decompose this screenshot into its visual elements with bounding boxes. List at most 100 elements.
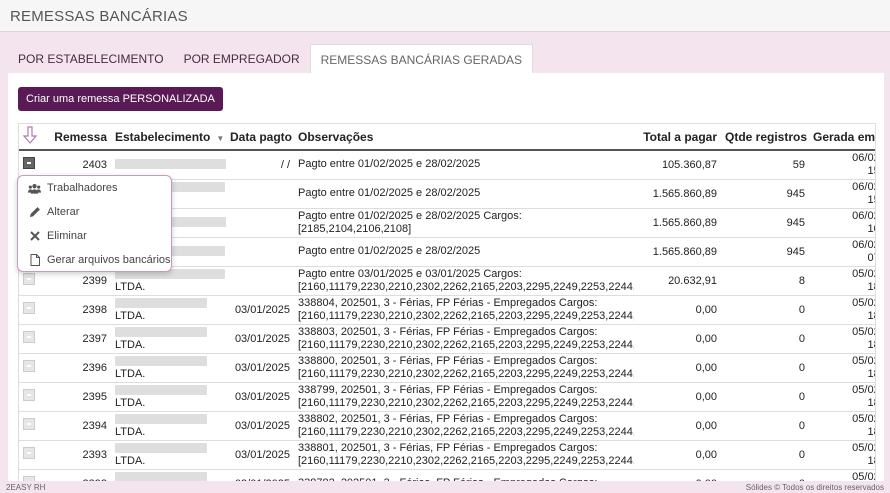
row-menu-toggle-icon[interactable] <box>23 447 35 459</box>
cell-total: 20.632,91 <box>634 266 721 296</box>
pencil-icon <box>28 206 41 219</box>
cell-gerada-date: 06/02/20 <box>852 209 875 222</box>
row-menu-toggle-icon[interactable] <box>23 418 35 430</box>
cell-qtde: 0 <box>721 353 809 383</box>
menu-item-trabalhadores[interactable]: Trabalhadores <box>18 176 171 200</box>
tab-por-estabelecimento[interactable]: POR ESTABELECIMENTO <box>8 44 174 74</box>
table-row[interactable]: 2392LTDA.03/01/2025338782, 202501, 3 - F… <box>19 469 875 481</box>
table-row[interactable]: 2398 LTDA. 03/01/2025 338804, 202501, 3 - F… <box>19 295 875 325</box>
cell-total: 0,00 <box>634 295 721 325</box>
cell-gerada-em: 06/02/2010:08 <box>809 208 875 238</box>
cell-data-pagto: 03/01/2025 <box>226 411 294 441</box>
cell-gerada-time: 18:32 <box>867 454 875 467</box>
row-menu-toggle-icon[interactable] <box>23 389 35 401</box>
header-observacoes[interactable]: Observações <box>294 124 634 151</box>
cell-remessa: 2397 <box>49 324 111 354</box>
cell-data-pagto: 03/01/2025 <box>226 324 294 354</box>
menu-item-eliminar[interactable]: Eliminar <box>18 224 171 248</box>
row-menu-toggle-icon[interactable] <box>23 273 35 285</box>
page-title: REMESSAS BANCÁRIAS <box>10 8 188 25</box>
header-select-col <box>19 124 49 151</box>
header-qtde[interactable]: Qtde registros <box>721 124 809 151</box>
row-menu-cell <box>19 295 49 325</box>
cell-data-pagto: / / <box>226 150 294 180</box>
header-estabelecimento[interactable]: Estabelecimento ▼ <box>111 124 226 151</box>
footer: 2EASY RH Sólides © Todos os direitos res… <box>0 483 890 493</box>
header-total[interactable]: Total a pagar <box>634 124 721 151</box>
cell-gerada-em: 05/02/2018:32 <box>809 353 875 383</box>
cell-gerada-em: 05/02/2018:32 <box>809 266 875 296</box>
cell-total: 105.360,87 <box>634 150 721 180</box>
cell-qtde: 945 <box>721 237 809 267</box>
menu-item-gerar-arquivos[interactable]: Gerar arquivos bancários <box>18 248 171 272</box>
cell-gerada-time: 18:32 <box>867 280 875 293</box>
cell-remessa: 2398 <box>49 295 111 325</box>
cell-data-pagto: 03/01/2025 <box>226 295 294 325</box>
table-row[interactable]: 2393 LTDA. 03/01/2025 338801, 202501, 3 - F… <box>19 440 875 470</box>
header-estabelecimento-label: Estabelecimento <box>115 129 211 144</box>
row-menu-toggle-icon[interactable] <box>23 360 35 372</box>
cell-data-pagto <box>226 208 294 238</box>
cell-qtde: 0 <box>721 469 809 481</box>
create-custom-remessa-button[interactable]: Criar uma remessa PERSONALIZADA <box>18 87 223 111</box>
tab-remessas-geradas[interactable]: REMESSAS BANCÁRIAS GERADAS <box>309 44 533 74</box>
redacted-block <box>115 326 207 337</box>
cell-estabelecimento-suffix: LTDA. <box>115 367 146 380</box>
cell-estabelecimento: LTDA. <box>111 353 226 383</box>
header-gerada-em[interactable]: Gerada em <box>809 124 875 151</box>
table-row[interactable]: 2396 LTDA. 03/01/2025 338800, 202501, 3 - F… <box>19 353 875 383</box>
table-row[interactable]: 2395 LTDA. 03/01/2025 338799, 202501, 3 - F… <box>19 382 875 412</box>
cell-estabelecimento-suffix: LTDA. <box>115 309 146 322</box>
x-icon <box>28 230 41 243</box>
table-row[interactable]: 2397 LTDA. 03/01/2025 338803, 202501, 3 - F… <box>19 324 875 354</box>
cell-gerada-date: 05/02/20 <box>852 441 875 454</box>
tab-bar: POR ESTABELECIMENTO POR EMPREGADOR REMES… <box>8 44 533 74</box>
tab-por-empregador[interactable]: POR EMPREGADOR <box>174 44 310 74</box>
cell-observacoes: 338802, 202501, 3 - Férias, FP Férias - … <box>294 411 634 441</box>
cell-gerada-date: 05/02/20 <box>852 267 875 280</box>
cell-qtde: 0 <box>721 295 809 325</box>
row-menu-toggle-icon[interactable] <box>23 331 35 343</box>
cell-total: 0,00 <box>634 440 721 470</box>
cell-estabelecimento: LTDA. <box>111 382 226 412</box>
users-icon <box>28 182 41 195</box>
redacted-block <box>115 442 207 453</box>
cell-observacoes: 338803, 202501, 3 - Férias, FP Férias - … <box>294 324 634 354</box>
row-menu-toggle-icon[interactable] <box>23 157 35 170</box>
row-context-menu: Trabalhadores Alterar Eliminar Gerar arq… <box>17 175 172 272</box>
cell-gerada-time: 07:01 <box>867 251 875 264</box>
cell-estabelecimento: LTDA. <box>111 324 226 354</box>
cell-gerada-em: 06/02/2015:12 <box>809 179 875 209</box>
cell-total: 1.565.860,89 <box>634 237 721 267</box>
table-row[interactable]: 2394 LTDA. 03/01/2025 338802, 202501, 3 - F… <box>19 411 875 441</box>
row-menu-cell <box>19 411 49 441</box>
redacted-block <box>115 471 207 481</box>
cell-gerada-time: 18:32 <box>867 338 875 351</box>
cell-qtde: 0 <box>721 324 809 354</box>
cell-gerada-time: 18:32 <box>867 396 875 409</box>
header-data-pagto[interactable]: Data pagto <box>226 124 294 151</box>
cell-total: 0,00 <box>634 469 721 481</box>
cell-observacoes: 338800, 202501, 3 - Férias, FP Férias - … <box>294 353 634 383</box>
cell-gerada-em: 05/02/2018:32 <box>809 469 875 481</box>
cell-qtde: 8 <box>721 266 809 296</box>
cell-estabelecimento-suffix: LTDA. <box>115 396 146 409</box>
cell-qtde: 0 <box>721 411 809 441</box>
cell-observacoes: Pagto entre 01/02/2025 e 28/02/2025 <box>294 150 634 180</box>
menu-item-alterar[interactable]: Alterar <box>18 200 171 224</box>
cell-gerada-time: 18:32 <box>867 425 875 438</box>
cell-remessa: 2392 <box>49 469 111 481</box>
cell-total: 0,00 <box>634 353 721 383</box>
cell-qtde: 0 <box>721 382 809 412</box>
cell-total: 0,00 <box>634 324 721 354</box>
cell-gerada-em: 05/02/2018:32 <box>809 295 875 325</box>
cell-remessa: 2393 <box>49 440 111 470</box>
cell-gerada-time: 15:12 <box>867 193 875 206</box>
cell-estabelecimento-suffix: LTDA. <box>115 338 146 351</box>
cell-estabelecimento-suffix: LTDA. <box>115 454 146 467</box>
cell-remessa: 2394 <box>49 411 111 441</box>
row-menu-toggle-icon[interactable] <box>23 302 35 314</box>
header-remessa[interactable]: Remessa <box>49 124 111 151</box>
row-menu-toggle-icon[interactable] <box>23 476 35 481</box>
cell-observacoes: 338801, 202501, 3 - Férias, FP Férias - … <box>294 440 634 470</box>
